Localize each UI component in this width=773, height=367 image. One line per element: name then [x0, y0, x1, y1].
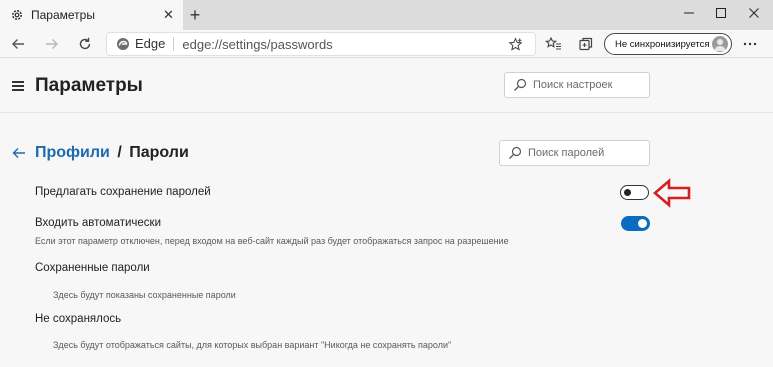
sync-status-label: Не синхронизируется — [615, 38, 710, 50]
never-saved-heading: Не сохранялось — [35, 313, 122, 325]
toggle-knob — [624, 188, 631, 196]
more-options-icon[interactable] — [741, 35, 759, 53]
page-title: Параметры — [35, 75, 143, 96]
saved-passwords-heading: Сохраненные пароли — [35, 262, 150, 274]
refresh-icon[interactable] — [74, 33, 96, 55]
auto-signin-label: Входить автоматически — [35, 217, 162, 229]
saved-passwords-empty-text: Здесь будут показаны сохраненные пароли — [53, 290, 236, 300]
tab-settings[interactable]: Параметры ✕ — [0, 0, 183, 30]
tab-title: Параметры — [31, 8, 95, 22]
back-arrow-icon[interactable] — [11, 145, 27, 161]
back-icon[interactable] — [7, 33, 29, 55]
toggle-knob — [638, 219, 647, 228]
settings-header: Параметры Поиск настроек — [0, 59, 773, 113]
breadcrumb: Профили / Пароли — [35, 144, 189, 162]
search-icon — [513, 78, 527, 92]
tab-strip: Параметры ✕ + — [0, 0, 773, 30]
breadcrumb-profiles-link[interactable]: Профили — [35, 144, 110, 161]
edge-logo-icon — [116, 37, 130, 51]
avatar — [712, 36, 728, 52]
new-tab-button[interactable]: + — [186, 5, 204, 25]
forward-icon[interactable] — [41, 33, 63, 55]
browser-toolbar: Edge edge://settings/passwords Не синхро… — [0, 30, 773, 58]
maximize-icon[interactable] — [704, 0, 738, 26]
offer-save-label: Предлагать сохранение паролей — [35, 186, 211, 198]
settings-search-placeholder: Поиск настроек — [533, 79, 613, 91]
favorites-icon[interactable] — [544, 35, 562, 53]
gear-icon — [10, 8, 24, 22]
sync-status-button[interactable]: Не синхронизируется — [604, 33, 732, 55]
red-arrow-icon — [653, 178, 691, 208]
password-search-placeholder: Поиск паролей — [528, 147, 605, 159]
favorite-star-icon[interactable] — [507, 36, 523, 52]
address-url[interactable]: edge://settings/passwords — [182, 37, 332, 52]
menu-icon[interactable] — [12, 81, 24, 91]
settings-search-input[interactable]: Поиск настроек — [504, 72, 650, 98]
password-search-input[interactable]: Поиск паролей — [499, 140, 650, 166]
collections-icon[interactable] — [577, 35, 595, 53]
auto-signin-description: Если этот параметр отключен, перед входо… — [35, 236, 509, 246]
address-brand: Edge — [135, 37, 175, 51]
never-saved-empty-text: Здесь будут отображаться сайты, для кото… — [53, 340, 452, 350]
close-window-icon[interactable] — [737, 0, 771, 26]
minimize-icon[interactable] — [672, 0, 706, 26]
address-bar[interactable]: Edge edge://settings/passwords — [106, 32, 536, 56]
search-icon — [508, 146, 522, 160]
breadcrumb-separator: / — [117, 144, 122, 161]
breadcrumb-current: Пароли — [129, 144, 189, 161]
auto-signin-toggle[interactable] — [621, 216, 650, 231]
close-tab-icon[interactable]: ✕ — [162, 7, 175, 22]
offer-save-toggle[interactable] — [620, 185, 649, 200]
